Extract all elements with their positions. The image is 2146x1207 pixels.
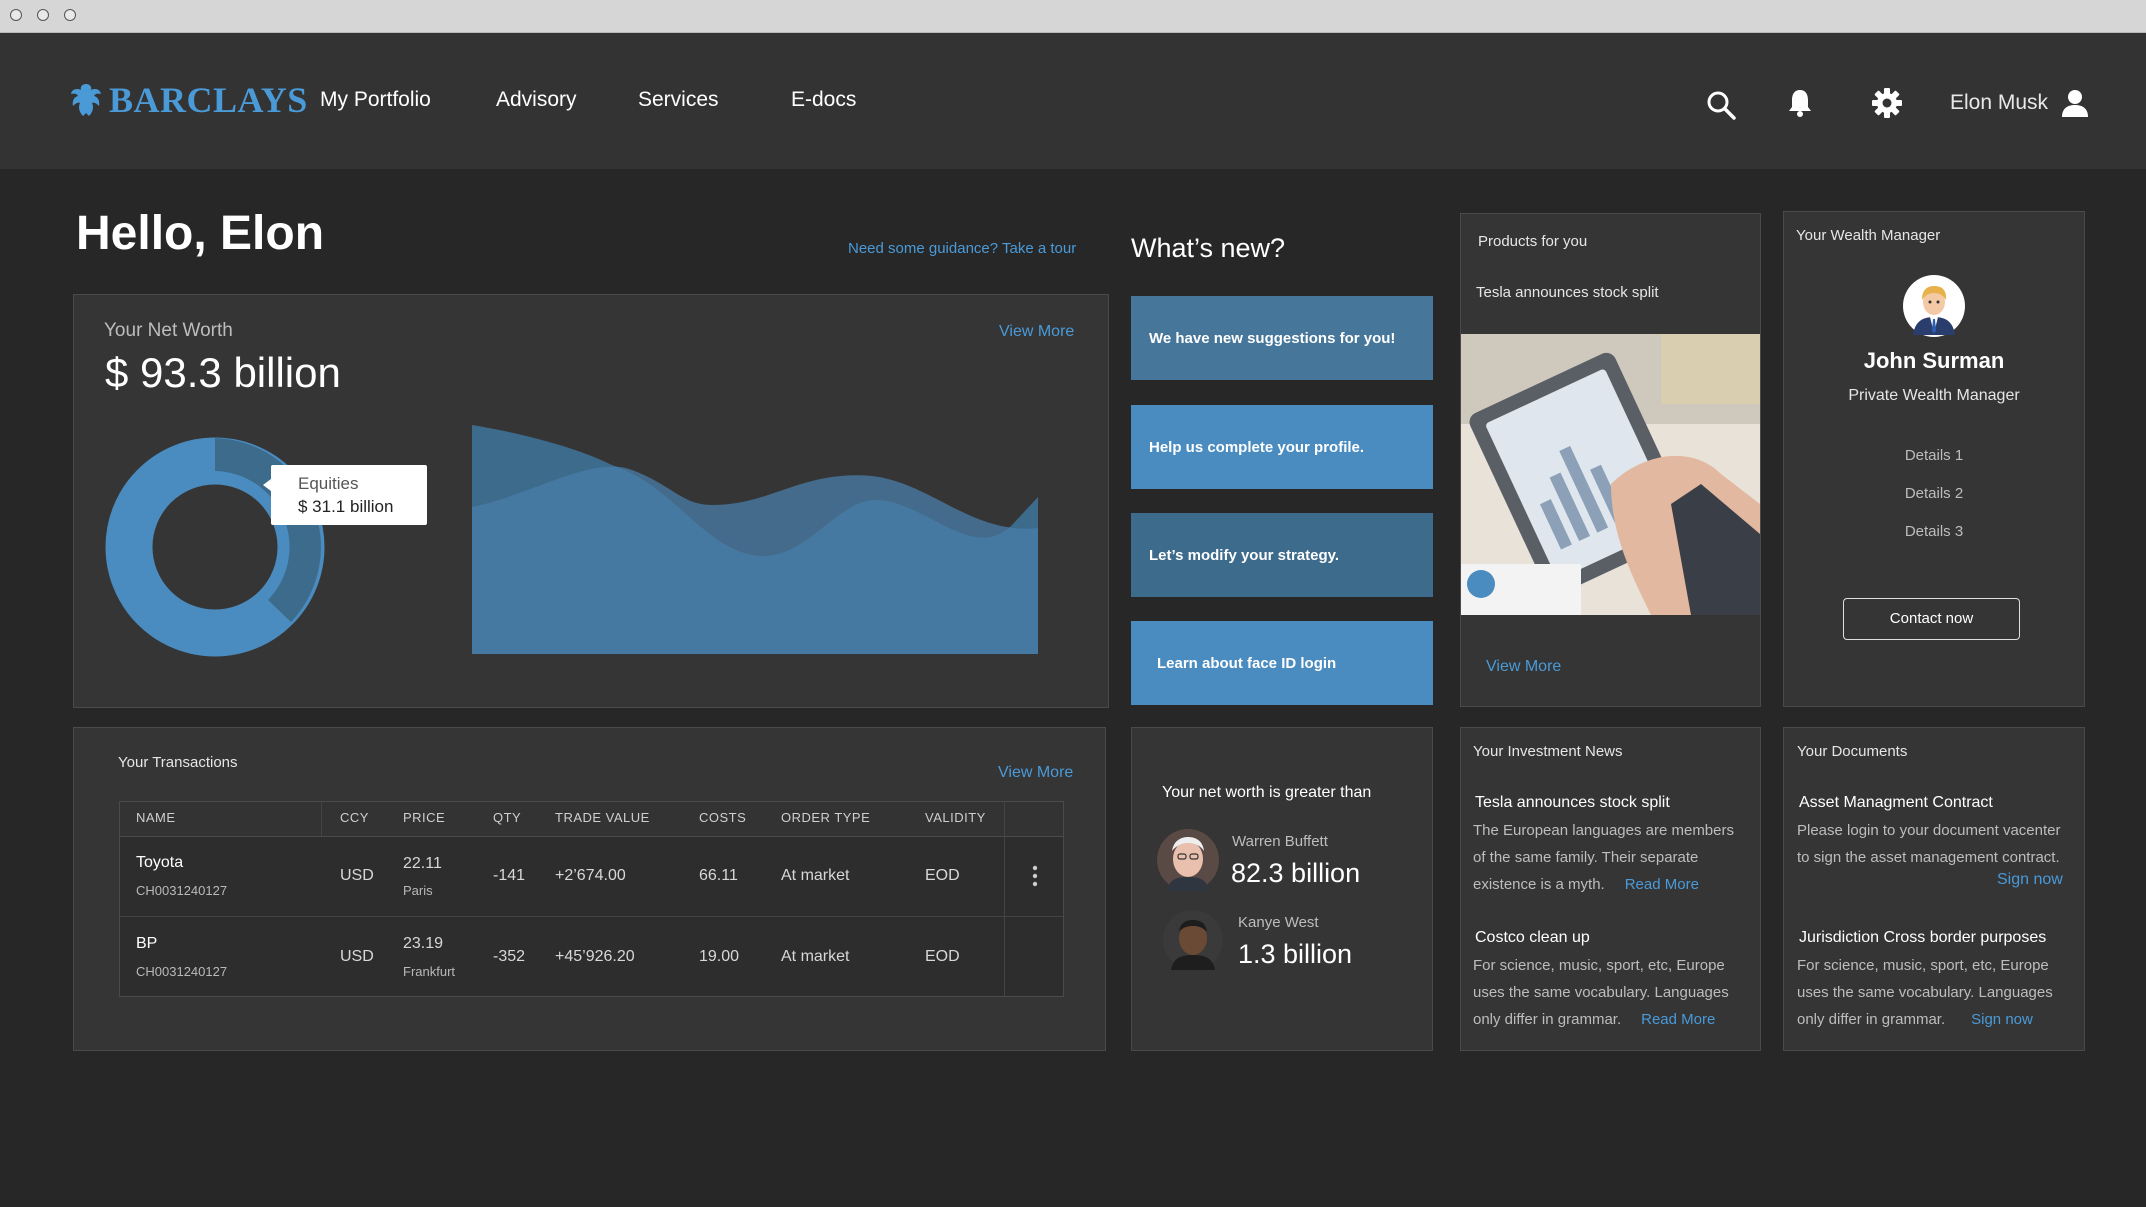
news-2-read-more[interactable]: Read More — [1641, 1011, 1715, 1028]
transactions-title: Your Transactions — [118, 754, 238, 771]
products-title: Products for you — [1478, 233, 1588, 250]
manager-details-2[interactable]: Details 2 — [1783, 485, 2085, 502]
transactions-view-more[interactable]: View More — [998, 764, 1073, 782]
row-id: CH0031240127 — [136, 964, 228, 979]
manager-details-1[interactable]: Details 1 — [1783, 447, 2085, 464]
user-name[interactable]: Elon Musk — [1950, 91, 2048, 115]
equities-tooltip: Equities $ 31.1 billion — [263, 465, 427, 525]
row-ccy: USD — [340, 867, 374, 884]
bell-icon[interactable] — [1783, 86, 1817, 120]
col-order-type[interactable]: ORDER TYPE — [781, 810, 870, 825]
window-close-button[interactable] — [10, 9, 22, 21]
col-qty[interactable]: QTY — [493, 810, 521, 825]
tablet-stock-photo — [1461, 334, 1760, 615]
net-worth-value: $ 93.3 billion — [105, 349, 341, 396]
row-costs: 19.00 — [699, 948, 740, 965]
row-ccy: USD — [340, 948, 374, 965]
news-1-read-more[interactable]: Read More — [1625, 876, 1699, 893]
window-titlebar — [0, 0, 2146, 33]
wealth-manager-title: Your Wealth Manager — [1796, 227, 1941, 244]
row-order-type: At market — [781, 867, 850, 884]
person-1-name: Warren Buffett — [1232, 833, 1328, 850]
user-icon[interactable] — [2058, 86, 2092, 120]
row-price: 23.19 — [403, 935, 444, 952]
manager-avatar — [1903, 275, 1965, 337]
row-place: Frankfurt — [403, 964, 456, 979]
row-trade-value: +2’674.00 — [555, 867, 626, 884]
products-headline[interactable]: Tesla announces stock split — [1476, 284, 1659, 301]
manager-details-3[interactable]: Details 3 — [1783, 523, 2085, 540]
row-validity: EOD — [925, 867, 960, 884]
net-worth-area-chart[interactable] — [472, 425, 1038, 655]
news-1-headline[interactable]: Tesla announces stock split — [1475, 794, 1670, 812]
col-name[interactable]: NAME — [136, 810, 176, 825]
brand-logo[interactable]: BARCLAYS — [69, 78, 308, 122]
tour-link[interactable]: Need some guidance? Take a tour — [848, 240, 1076, 257]
col-costs[interactable]: COSTS — [699, 810, 746, 825]
news-2-headline[interactable]: Costco clean up — [1475, 929, 1590, 947]
document-1-body: Please login to your document vacenter t… — [1797, 822, 2061, 866]
net-worth-label: Your Net Worth — [104, 320, 233, 341]
document-2-sign-now[interactable]: Sign now — [1971, 1011, 2033, 1028]
news-2-body: For science, music, sport, etc, Europe u… — [1473, 957, 1729, 1028]
warren-buffett-avatar — [1157, 829, 1219, 891]
eagle-logo-icon — [71, 84, 101, 116]
manager-role: Private Wealth Manager — [1848, 387, 2020, 404]
nav-services[interactable]: Services — [638, 88, 719, 112]
nav-advisory[interactable]: Advisory — [496, 88, 577, 112]
news-1-body: The European languages are members of th… — [1473, 822, 1734, 893]
suggestion-new-suggestions[interactable]: We have new suggestions for you! — [1131, 296, 1433, 380]
kanye-west-avatar — [1163, 910, 1223, 970]
row-place: Paris — [403, 883, 433, 898]
document-2-body: For science, music, sport, etc, Europe u… — [1797, 957, 2053, 1028]
row-price: 22.11 — [403, 855, 442, 872]
person-2-value: 1.3 billion — [1238, 939, 1353, 969]
row-validity: EOD — [925, 948, 960, 965]
suggestion-face-id[interactable]: Learn about face ID login — [1131, 621, 1433, 705]
window-maximize-button[interactable] — [64, 9, 76, 21]
net-worth-view-more[interactable]: View More — [999, 323, 1074, 341]
documents-title: Your Documents — [1797, 743, 1908, 760]
col-trade-value[interactable]: TRADE VALUE — [555, 810, 650, 825]
contact-now-button[interactable]: Contact now — [1843, 598, 2020, 640]
gear-icon[interactable] — [1870, 86, 1904, 120]
row-id: CH0031240127 — [136, 883, 228, 898]
suggestion-complete-profile[interactable]: Help us complete your profile. — [1131, 405, 1433, 489]
row-trade-value: +45’926.20 — [555, 948, 635, 965]
whats-new-title: What’s new? — [1131, 233, 1286, 263]
row-name: Toyota — [136, 854, 184, 871]
tooltip-value: $ 31.1 billion — [298, 497, 394, 516]
document-2-headline[interactable]: Jurisdiction Cross border purposes — [1799, 929, 2046, 947]
row-name: BP — [136, 935, 158, 952]
document-1-headline[interactable]: Asset Managment Contract — [1799, 794, 1993, 812]
brand-name: BARCLAYS — [109, 80, 308, 120]
col-ccy[interactable]: CCY — [340, 810, 369, 825]
greeting-title: Hello, Elon — [76, 207, 325, 260]
row-qty: -352 — [493, 948, 526, 965]
suggestion-modify-strategy[interactable]: Let’s modify your strategy. — [1131, 513, 1433, 597]
investment-news-title: Your Investment News — [1473, 743, 1623, 760]
window-minimize-button[interactable] — [37, 9, 49, 21]
row-costs: 66.11 — [699, 867, 738, 884]
products-view-more[interactable]: View More — [1486, 658, 1561, 676]
nav-my-portfolio[interactable]: My Portfolio — [320, 88, 431, 112]
col-price[interactable]: PRICE — [403, 810, 445, 825]
comparison-title: Your net worth is greater than — [1162, 784, 1372, 801]
area-series-light — [472, 466, 1038, 654]
nav-e-docs[interactable]: E-docs — [791, 88, 856, 112]
col-validity[interactable]: VALIDITY — [925, 810, 986, 825]
manager-name: John Surman — [1863, 348, 2005, 373]
tooltip-label: Equities — [298, 474, 359, 493]
search-icon[interactable] — [1704, 88, 1738, 122]
person-2-name: Kanye West — [1238, 914, 1319, 931]
more-vertical-icon[interactable] — [1028, 864, 1042, 888]
person-1-value: 82.3 billion — [1231, 858, 1361, 888]
row-order-type: At market — [781, 948, 850, 965]
document-1-sign-now[interactable]: Sign now — [1997, 871, 2063, 889]
row-qty: -141 — [493, 867, 526, 884]
